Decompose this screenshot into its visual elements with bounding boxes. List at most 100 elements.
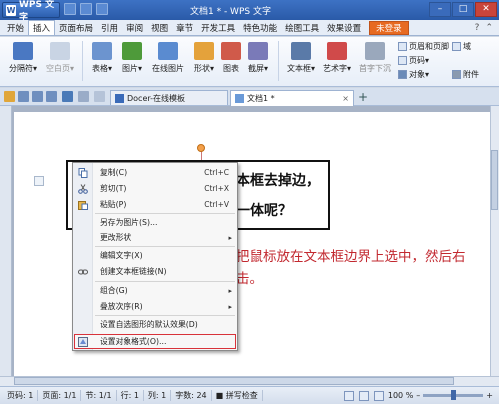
vertical-scrollbar[interactable] xyxy=(490,106,499,376)
menu-item-format-object[interactable]: 设置对象格式(O)... xyxy=(74,334,236,349)
zoom-slider[interactable] xyxy=(423,390,484,400)
tab-effects[interactable]: 效果设置 xyxy=(323,21,365,35)
submenu-arrow-icon: ▸ xyxy=(228,302,232,311)
wps-logo-icon: W xyxy=(6,4,16,16)
page-break-button[interactable]: 分隔符▾ xyxy=(4,42,42,74)
spell-check-button[interactable]: ■ 拼写检查 xyxy=(212,390,263,401)
art-text-icon xyxy=(327,42,347,60)
tab-home[interactable]: 开始 xyxy=(3,21,28,35)
window-controls: – □ ✕ xyxy=(429,2,497,17)
drop-cap-button[interactable]: 首字下沉 xyxy=(356,42,394,74)
menu-item-arrange-order[interactable]: 叠放次序(R) ▸ xyxy=(73,300,237,313)
menu-item-save-as-picture[interactable]: 另存为图片(S)... xyxy=(73,216,237,229)
ribbon-separator xyxy=(278,41,279,81)
save-icon[interactable] xyxy=(96,3,108,15)
ribbon: 分隔符▾ 空白页▾ 表格▾ 图片▾ 在线图片 形状▾ 图表 截屏▾ 文本框▾ 艺… xyxy=(0,37,499,87)
text-box-line-2: 一体呢？ xyxy=(236,203,292,219)
tab-developer[interactable]: 开发工具 xyxy=(197,21,239,35)
tab-view[interactable]: 视图 xyxy=(147,21,172,35)
menu-item-paste[interactable]: 粘贴(P) Ctrl+V xyxy=(73,198,237,211)
save-icon[interactable] xyxy=(18,91,29,102)
redo-icon[interactable] xyxy=(78,91,89,102)
menu-item-change-shape[interactable]: 更改形状 ▸ xyxy=(73,231,237,244)
submenu-arrow-icon: ▸ xyxy=(228,286,232,295)
status-column: 列: 1 xyxy=(144,390,172,401)
status-line: 行: 1 xyxy=(117,390,144,401)
tab-docer-templates[interactable]: Docer-在线模板 xyxy=(110,90,228,105)
header-footer-button[interactable]: 页眉和页脚 xyxy=(398,41,449,52)
new-icon[interactable] xyxy=(64,3,76,15)
zoom-slider-thumb[interactable] xyxy=(451,390,457,400)
menu-item-set-default-effect[interactable]: 设置自选图形的默认效果(D) xyxy=(73,318,237,331)
page-number-button[interactable]: 页码▾ xyxy=(398,55,429,66)
login-button[interactable]: 未登录 xyxy=(369,20,409,35)
collapse-ribbon-icon[interactable]: ⌃ xyxy=(485,23,493,33)
format-icon xyxy=(78,336,88,347)
page-anchor-icon xyxy=(34,176,44,186)
tab-features[interactable]: 特色功能 xyxy=(239,21,281,35)
app-menu-button[interactable]: W WPS 文字 xyxy=(2,0,60,23)
status-section: 节: 1/1 xyxy=(81,390,117,401)
tab-document-1[interactable]: 文档1 * × xyxy=(230,90,354,106)
menu-item-copy[interactable]: 复制(C) Ctrl+C xyxy=(73,166,237,179)
shape-icon xyxy=(194,42,214,60)
page-break-icon xyxy=(13,42,33,60)
web-view-icon[interactable] xyxy=(358,390,369,401)
field-button[interactable]: 域 xyxy=(452,41,471,52)
page-number-icon xyxy=(398,56,407,65)
menu-item-create-textbox-link[interactable]: 创建文本框链接(N) xyxy=(73,265,237,278)
title-bar: W WPS 文字 文档1 * - WPS 文字 – □ ✕ xyxy=(0,0,499,23)
tab-close-icon[interactable]: × xyxy=(342,94,349,103)
undo-icon[interactable] xyxy=(62,91,73,102)
vertical-scrollbar-thumb[interactable] xyxy=(491,150,498,210)
folder-icon[interactable] xyxy=(4,91,15,102)
dropdown-icon[interactable] xyxy=(94,91,105,102)
status-page-number: 页码: 1 xyxy=(3,390,39,401)
blank-page-button[interactable]: 空白页▾ xyxy=(42,42,78,74)
window-title: 文档1 * - WPS 文字 xyxy=(190,4,271,17)
close-button[interactable]: ✕ xyxy=(475,2,497,17)
chart-button[interactable]: 图表 xyxy=(220,42,242,74)
online-picture-icon xyxy=(158,42,178,60)
new-tab-button[interactable]: + xyxy=(358,90,368,104)
status-bar: 页码: 1 页面: 1/1 节: 1/1 行: 1 列: 1 字数: 24 ■ … xyxy=(0,386,499,404)
page-view-icon[interactable] xyxy=(343,390,354,401)
outline-view-icon[interactable] xyxy=(373,390,384,401)
picture-button[interactable]: 图片▾ xyxy=(118,42,146,74)
attachment-button[interactable]: 附件 xyxy=(452,69,479,80)
print-preview-icon[interactable] xyxy=(46,91,57,102)
online-picture-button[interactable]: 在线图片 xyxy=(148,42,188,74)
shape-button[interactable]: 形状▾ xyxy=(190,42,218,74)
help-icon[interactable]: ? xyxy=(475,23,480,33)
tab-insert[interactable]: 插入 xyxy=(28,20,56,35)
document-icon xyxy=(235,94,244,103)
textbox-icon xyxy=(291,42,311,60)
tab-review[interactable]: 审阅 xyxy=(122,21,147,35)
vertical-ruler xyxy=(0,106,12,376)
print-icon[interactable] xyxy=(32,91,43,102)
menu-item-group[interactable]: 组合(G) ▸ xyxy=(73,284,237,297)
open-icon[interactable] xyxy=(80,3,92,15)
menu-item-edit-text[interactable]: 编辑文字(X) xyxy=(73,249,237,262)
menu-item-cut[interactable]: 剪切(T) Ctrl+X xyxy=(73,182,237,195)
maximize-button[interactable]: □ xyxy=(452,2,474,17)
minimize-button[interactable]: – xyxy=(429,2,451,17)
spell-check-icon: ■ xyxy=(215,391,226,400)
zoom-level: 100 % xyxy=(387,391,414,400)
screenshot-button[interactable]: 截屏▾ xyxy=(244,42,272,74)
tab-drawing-tools[interactable]: 绘图工具 xyxy=(281,21,323,35)
ribbon-separator xyxy=(82,41,83,81)
horizontal-scrollbar-thumb[interactable] xyxy=(14,377,454,385)
tab-page-layout[interactable]: 页面布局 xyxy=(55,21,97,35)
blank-page-icon xyxy=(50,42,70,60)
rotation-handle[interactable] xyxy=(197,144,205,152)
menu-separator xyxy=(95,281,235,282)
tab-section[interactable]: 章节 xyxy=(172,21,197,35)
zoom-out-button[interactable]: – xyxy=(416,391,420,400)
object-button[interactable]: 对象▾ xyxy=(398,69,429,80)
textbox-button[interactable]: 文本框▾ xyxy=(284,42,318,74)
art-text-button[interactable]: 艺术字▾ xyxy=(320,42,354,74)
table-button[interactable]: 表格▾ xyxy=(88,42,116,74)
zoom-in-button[interactable]: + xyxy=(486,391,493,400)
tab-references[interactable]: 引用 xyxy=(97,21,122,35)
